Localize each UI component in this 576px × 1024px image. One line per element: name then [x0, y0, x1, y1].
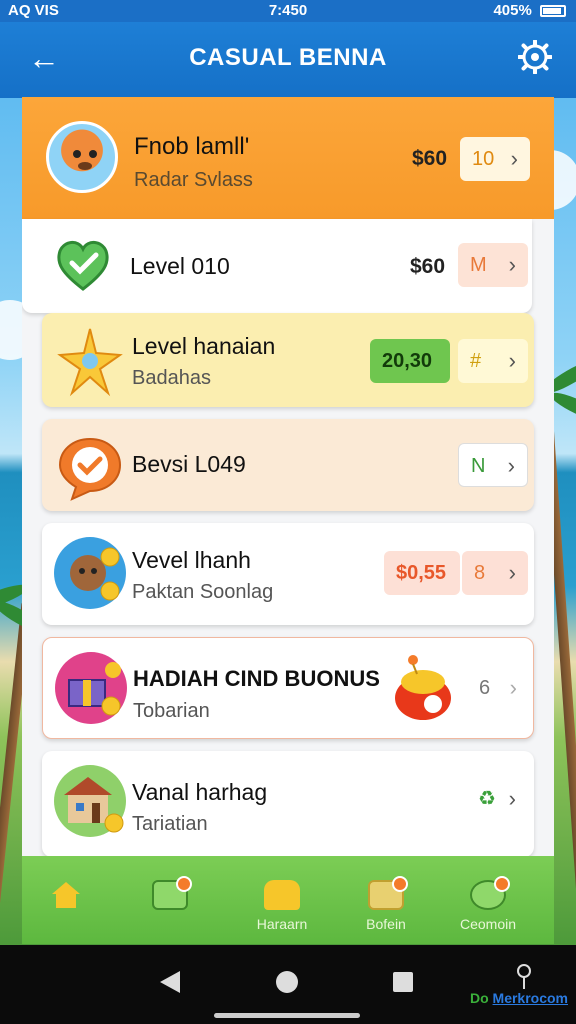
- house-coins-icon: [54, 765, 126, 837]
- list-item[interactable]: HADIAH CIND BUONUS Tobarian 6 ›: [42, 637, 534, 739]
- item-subtitle: Badahas: [132, 367, 211, 389]
- gear-icon[interactable]: [518, 40, 552, 74]
- claim-button-label: #: [470, 350, 482, 372]
- bottom-nav: Haraarn Bofein Ceomoin: [22, 856, 554, 944]
- claim-button-label: ♻: [478, 788, 496, 810]
- price-badge: 20,30: [370, 339, 450, 383]
- lucky-bag-icon: [395, 655, 451, 720]
- claim-button-label: 6: [479, 677, 491, 699]
- list-item[interactable]: Bevsi L049 N ›: [42, 419, 534, 511]
- nav-label: Bofein: [366, 916, 406, 932]
- watermark-prefix: Do: [469, 990, 489, 1006]
- list-item[interactable]: Fnob lamll' Radar Svlass $60 10 ›: [22, 97, 554, 219]
- battery-percent: 405%: [493, 2, 532, 19]
- list-item[interactable]: Vevel lhanh Paktan Soonlag $0,55 8 ›: [42, 523, 534, 625]
- notification-badge: [494, 876, 510, 892]
- watermark: Do Merkrocom: [470, 990, 568, 1006]
- claim-button-label: M: [470, 254, 487, 276]
- bear-coins-icon: [54, 537, 126, 609]
- chevron-right-icon: ›: [510, 146, 518, 171]
- claim-button[interactable]: 6 ›: [467, 666, 529, 710]
- chevron-right-icon: ›: [508, 348, 516, 373]
- claim-button[interactable]: M ›: [458, 243, 528, 287]
- item-title: HADIAH CIND BUONUS: [133, 666, 380, 691]
- page-title: CASUAL BENNA: [189, 44, 387, 71]
- price-badge: $0,55: [384, 551, 460, 595]
- status-bar: AQ VIS 7:450 405%: [0, 0, 576, 22]
- home-circle-icon[interactable]: [274, 969, 300, 995]
- chevron-right-icon: ›: [508, 560, 516, 585]
- item-title: Fnob lamll': [134, 133, 250, 160]
- nav-item-play[interactable]: [130, 866, 210, 938]
- claim-button[interactable]: N ›: [458, 443, 528, 487]
- chat-check-icon: [54, 431, 126, 503]
- calendar-icon: [368, 876, 408, 910]
- item-price: $60: [410, 255, 446, 278]
- chevron-right-icon: ›: [509, 675, 517, 700]
- claim-button-label: 10: [472, 148, 495, 170]
- nav-label: Ceomoin: [459, 916, 517, 932]
- battery-icon: [540, 5, 566, 18]
- recents-square-icon[interactable]: [392, 971, 414, 993]
- price-badge-label: $0,55: [396, 562, 447, 584]
- claim-button-label: N: [471, 455, 486, 477]
- notification-badge: [392, 876, 408, 892]
- status-time: 7:450: [268, 2, 308, 19]
- back-triangle-icon[interactable]: [158, 969, 182, 995]
- item-title: Level hanaian: [132, 333, 276, 359]
- play-icon: [152, 876, 192, 910]
- trophy-icon: [264, 880, 300, 910]
- chevron-right-icon: ›: [507, 453, 515, 478]
- app-bar: ← CASUAL BENNA: [0, 22, 576, 98]
- heart-check-icon: [52, 233, 114, 295]
- watermark-brand: Merkrocom: [492, 990, 568, 1006]
- nav-item-calendar[interactable]: Bofein: [346, 866, 426, 938]
- nav-item-target[interactable]: Ceomoin: [448, 866, 528, 938]
- gesture-handle[interactable]: [214, 1013, 360, 1018]
- item-price: $60: [412, 147, 448, 170]
- claim-button[interactable]: # ›: [458, 339, 528, 383]
- list-item[interactable]: Vanal harhag Tariatian ♻ ›: [42, 751, 534, 857]
- reward-list-panel: Fnob lamll' Radar Svlass $60 10 › Level …: [22, 97, 554, 857]
- item-subtitle: Tariatian: [132, 813, 208, 835]
- accessibility-icon[interactable]: [512, 963, 536, 991]
- price-badge-label: 20,30: [382, 350, 433, 372]
- chevron-right-icon: ›: [508, 252, 516, 277]
- system-nav-bar: [0, 945, 576, 1024]
- item-title: Bevsi L049: [132, 451, 246, 477]
- item-subtitle: Radar Svlass: [134, 169, 253, 191]
- status-right: 405%: [493, 2, 566, 19]
- nav-item-home[interactable]: [26, 866, 106, 938]
- home-icon: [52, 882, 80, 908]
- list-item[interactable]: Level 010 $60 M ›: [22, 219, 532, 313]
- claim-button[interactable]: 10 ›: [460, 137, 530, 181]
- notification-badge: [176, 876, 192, 892]
- target-icon: [470, 876, 510, 910]
- item-title: Vanal harhag: [132, 779, 268, 805]
- item-subtitle: Paktan Soonlag: [132, 581, 274, 603]
- list-item[interactable]: Level hanaian Badahas 20,30 # ›: [42, 313, 534, 407]
- sparkle-icon: [54, 325, 126, 397]
- fox-avatar-icon: [46, 121, 118, 193]
- nav-label: Haraarn: [256, 916, 308, 932]
- item-title: Vevel lhanh: [132, 547, 251, 573]
- chevron-right-icon: ›: [508, 786, 516, 811]
- nav-item-trophy[interactable]: Haraarn: [242, 866, 322, 938]
- claim-button[interactable]: ♻ ›: [466, 777, 528, 821]
- claim-button[interactable]: 8 ›: [462, 551, 528, 595]
- claim-button-label: 8: [474, 562, 486, 584]
- item-title: Level 010: [130, 253, 230, 279]
- item-subtitle: Tobarian: [133, 700, 210, 722]
- gift-box-icon: [55, 652, 127, 724]
